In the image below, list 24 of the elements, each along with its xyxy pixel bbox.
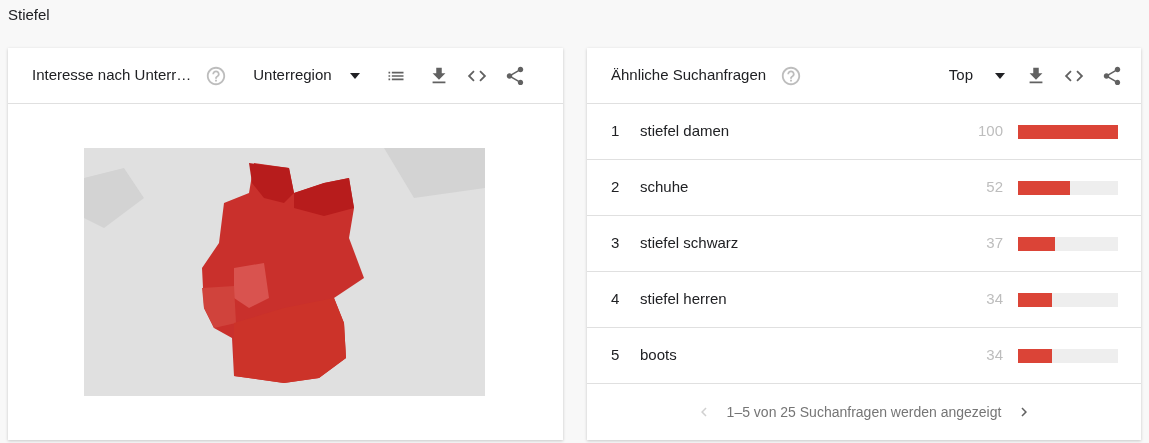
top-dropdown[interactable]: Top [948, 64, 1005, 87]
rank-number: 1 [611, 121, 621, 142]
rank-number: 4 [611, 289, 621, 310]
query-link[interactable]: stiefel herren [640, 288, 727, 311]
query-value: 52 [985, 177, 1003, 198]
pagination-text: 1–5 von 25 Suchanfragen werden angezeigt [726, 402, 1002, 422]
query-link[interactable]: boots [640, 344, 677, 367]
query-value: 34 [985, 345, 1003, 366]
rank-number: 2 [611, 177, 621, 198]
caret-icon [995, 72, 1005, 79]
query-link[interactable]: stiefel damen [640, 120, 730, 143]
query-value: 34 [985, 289, 1003, 310]
card-title: Interesse nach Unterr… [32, 65, 192, 86]
share-icon[interactable] [1101, 64, 1123, 87]
query-link[interactable]: schuhe [640, 176, 689, 199]
rank-number: 3 [611, 233, 621, 254]
query-link[interactable]: stiefel schwarz [640, 232, 739, 255]
region-dropdown[interactable]: Unterregion [253, 64, 360, 87]
page-title: Stiefel [8, 5, 50, 25]
caret-icon [349, 72, 360, 79]
rank-number: 5 [611, 345, 621, 366]
query-value: 100 [976, 121, 1003, 142]
query-value: 37 [985, 233, 1003, 254]
card-title: Ähnliche Suchanfragen [611, 65, 767, 86]
